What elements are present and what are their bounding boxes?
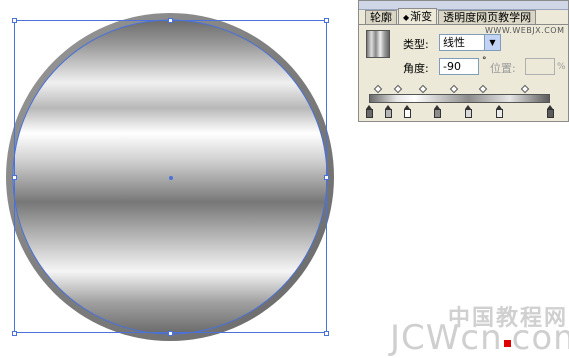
gradient-stop-icon[interactable]: [365, 105, 373, 118]
resize-handle-bottom[interactable]: [168, 331, 173, 336]
panel-body: WWW.WEBJX.COM 类型: 线性 ▼ 角度: -90 ° 位置: %: [359, 24, 568, 123]
gradient-ramp[interactable]: [369, 94, 550, 103]
resize-handle-top-right[interactable]: [324, 18, 329, 23]
gradient-midpoint-icon[interactable]: [449, 84, 459, 94]
resize-handle-right[interactable]: [324, 175, 329, 180]
gradient-preview-swatch[interactable]: [366, 30, 390, 58]
overlay-site-text: 网页教学网: [476, 11, 532, 24]
watermark-red-dot: [503, 340, 511, 347]
tab-stroke-label: 轮廓: [370, 11, 392, 24]
gradient-panel: 轮廓 ◆渐变 透明度网页教学网 WWW.WEBJX.COM 类型: 线性 ▼ 角…: [358, 0, 569, 122]
gradient-midpoint-icon[interactable]: [520, 84, 529, 94]
angle-label: 角度:: [403, 62, 429, 75]
chevron-down-icon[interactable]: ▼: [484, 35, 500, 50]
tab-gradient-label: 渐变: [410, 10, 433, 23]
percent-symbol: %: [557, 62, 566, 72]
gradient-stop-icon[interactable]: [385, 105, 393, 118]
tab-transparency[interactable]: 透明度网页教学网: [438, 10, 537, 24]
degree-symbol: °: [482, 56, 487, 66]
watermark-latin-left: JCWcn: [390, 318, 503, 358]
tab-transparency-label: 透明度: [443, 11, 477, 24]
type-label: 类型:: [403, 38, 429, 51]
resize-handle-top-left[interactable]: [12, 18, 17, 23]
position-label: 位置:: [490, 62, 516, 75]
tab-stroke[interactable]: 轮廓: [365, 10, 397, 24]
gradient-stop-icon[interactable]: [465, 105, 473, 118]
watermark-latin-right: com: [511, 318, 569, 358]
angle-value: -90: [443, 60, 461, 73]
center-point: [169, 176, 173, 180]
resize-handle-bottom-left[interactable]: [12, 331, 17, 336]
gradient-stop-icon[interactable]: [434, 105, 442, 118]
tab-gradient[interactable]: ◆渐变: [398, 8, 438, 24]
resize-handle-left[interactable]: [12, 175, 17, 180]
gradient-stop-icon[interactable]: [495, 105, 503, 118]
panel-tabs: 轮廓 ◆渐变 透明度网页教学网: [365, 8, 537, 24]
gradient-midpoint-icon[interactable]: [393, 84, 403, 94]
gradient-type-select[interactable]: 线性 ▼: [439, 34, 501, 51]
resize-handle-top[interactable]: [168, 18, 173, 23]
gradient-midpoint-icon[interactable]: [478, 84, 488, 94]
angle-input[interactable]: -90: [439, 58, 479, 75]
watermark-latin: JCWcncom: [390, 318, 569, 358]
position-input: [525, 58, 555, 75]
gradient-midpoint-icon[interactable]: [419, 84, 428, 94]
gradient-stop-icon[interactable]: [546, 105, 554, 118]
resize-handle-bottom-right[interactable]: [324, 331, 329, 336]
gradient-midpoint-icon[interactable]: [373, 84, 383, 94]
gradient-type-value: 线性: [443, 36, 465, 49]
tab-arrows-icon: ◆: [403, 13, 410, 22]
gradient-stop-icon[interactable]: [403, 105, 411, 118]
